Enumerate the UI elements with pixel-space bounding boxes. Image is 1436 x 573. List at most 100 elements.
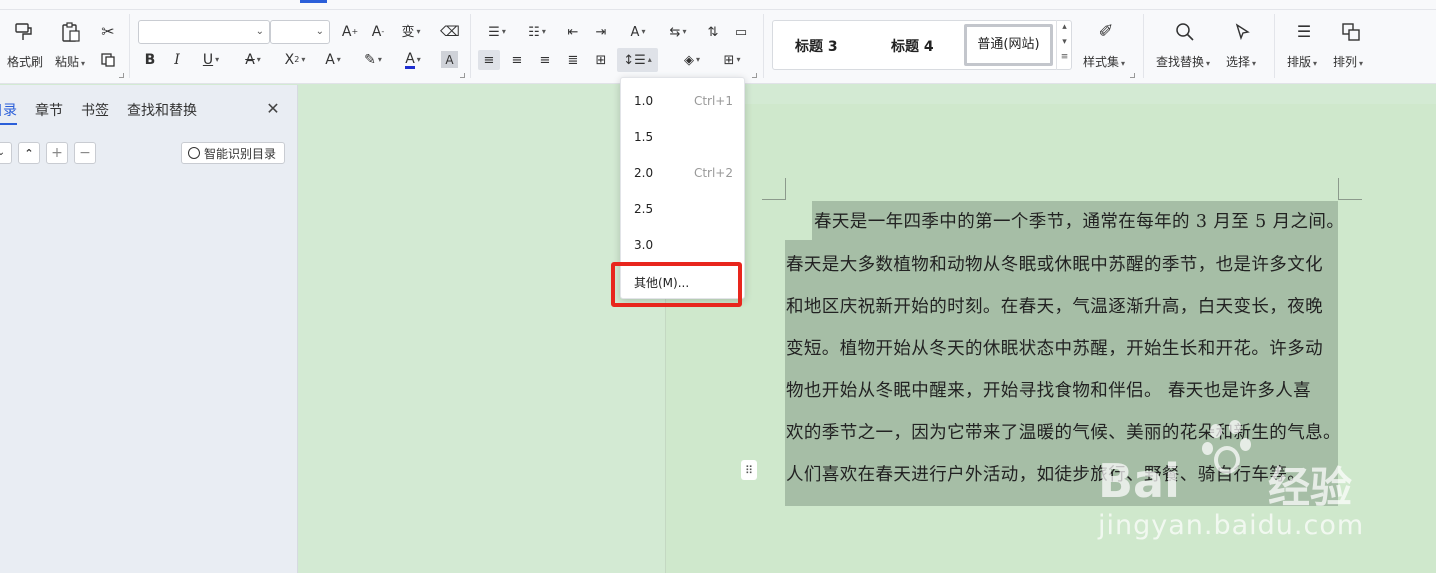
paw-logo <box>1202 418 1252 478</box>
collapse-down-icon[interactable]: ⌄ <box>0 142 12 164</box>
style-set-label: 样式集 <box>1083 55 1120 69</box>
styles-scroll-buttons[interactable]: ▴ ▾ ≡ <box>1056 20 1072 70</box>
find-replace-icon[interactable] <box>1173 20 1197 44</box>
phonetic-guide-icon[interactable]: 变 ▾ <box>396 22 426 42</box>
paragraph-line[interactable]: 春天是一年四季中的第一个季节，通常在每年的 3 月至 5 月之间。 <box>814 208 1344 233</box>
text-direction-icon[interactable]: ⇆ ▾ <box>663 22 693 42</box>
select-button[interactable]: 选择 ▾ <box>1226 53 1256 70</box>
font-color-icon[interactable]: A ▾ <box>398 50 428 70</box>
navigation-pane: 目录 章节 书签 查找和替换 ✕ ⌄ ⌃ + − 智能识别目录 <box>0 85 298 573</box>
underline-icon[interactable]: U ▾ <box>196 50 226 70</box>
plus-icon[interactable]: + <box>46 142 68 164</box>
show-marks-icon[interactable]: ▭ <box>731 22 751 42</box>
line-spacing-option-1-0[interactable]: 1.0 Ctrl+1 <box>621 83 746 119</box>
paragraph-group-expand-icon[interactable] <box>752 73 757 78</box>
first-line-indent-gap <box>785 201 812 240</box>
bold-icon[interactable]: B <box>140 50 160 70</box>
paragraph-line[interactable]: 物也开始从冬眠中醒来，开始寻找食物和伴侣。 春天也是许多人喜 <box>786 377 1311 402</box>
chevron-down-icon: ▾ <box>1359 59 1364 68</box>
find-replace-label: 查找替换 <box>1156 55 1205 69</box>
clipboard-group-expand-icon[interactable] <box>119 73 124 78</box>
separator <box>470 14 471 78</box>
format-painter-icon[interactable] <box>12 20 36 44</box>
smart-toc-button[interactable]: 智能识别目录 <box>181 142 285 164</box>
copy-icon[interactable] <box>98 50 118 70</box>
close-icon[interactable]: ✕ <box>264 100 282 118</box>
smart-toc-icon <box>188 147 200 159</box>
font-group-expand-icon[interactable] <box>460 73 465 78</box>
option-value: 1.5 <box>634 130 654 144</box>
chevron-down-icon: ⌄ <box>255 26 264 37</box>
paragraph-shading-icon[interactable]: ◈ ▾ <box>676 50 708 70</box>
separator <box>1143 14 1144 78</box>
line-spacing-option-2-5[interactable]: 2.5 <box>621 191 746 227</box>
styles-group-expand-icon[interactable] <box>1130 73 1135 78</box>
minus-icon[interactable]: − <box>74 142 96 164</box>
typeset-button[interactable]: 排版 ▾ <box>1287 53 1317 70</box>
tab-toc[interactable]: 目录 <box>0 100 17 125</box>
style-set-button[interactable]: 样式集 ▾ <box>1083 53 1125 70</box>
paragraph-line[interactable]: 和地区庆祝新开始的时刻。在春天，气温逐渐升高，白天变长，夜晚 <box>786 293 1323 318</box>
italic-icon[interactable]: I <box>167 50 187 70</box>
style-heading3[interactable]: 标题 3 <box>795 36 838 56</box>
option-shortcut: Ctrl+1 <box>693 94 733 108</box>
decrease-indent-icon[interactable]: ⇤ <box>563 22 583 42</box>
active-tab-indicator <box>300 0 327 3</box>
font-name-select[interactable]: ⌄ <box>138 20 270 44</box>
arrange-button[interactable]: 排列 ▾ <box>1333 53 1363 70</box>
style-heading4[interactable]: 标题 4 <box>891 36 934 56</box>
chevron-up-icon[interactable]: ⌃ <box>18 142 40 164</box>
chevron-down-icon: ▾ <box>1252 59 1257 68</box>
align-left-icon[interactable]: ≡ <box>478 50 500 70</box>
arrange-icon[interactable] <box>1339 20 1363 44</box>
paste-button[interactable]: 粘贴 ▾ <box>55 53 85 70</box>
baidu-watermark: Bai 经验 jingyan.baidu.com <box>1098 418 1368 548</box>
select-cursor-icon[interactable] <box>1231 20 1255 44</box>
shrink-font-icon[interactable]: A- <box>368 22 388 42</box>
sort-icon[interactable]: ⇅ <box>703 22 723 42</box>
strikethrough-icon[interactable]: A ▾ <box>238 50 268 70</box>
chinese-layout-icon[interactable]: A ▾ <box>622 22 654 42</box>
line-spacing-option-3-0[interactable]: 3.0 <box>621 227 746 263</box>
line-spacing-option-2-0[interactable]: 2.0 Ctrl+2 <box>621 155 746 191</box>
watermark-brand-cn: 经验 <box>1268 463 1353 512</box>
paw-toe <box>1210 424 1222 438</box>
align-right-icon[interactable]: ≡ <box>535 50 555 70</box>
line-spacing-icon[interactable]: ↕☰ ▴ <box>617 48 658 72</box>
justify-icon[interactable]: ≣ <box>563 50 583 70</box>
char-shading-icon[interactable]: A <box>441 51 458 68</box>
paragraph-line[interactable]: 变短。植物开始从冬天的休眠状态中苏醒，开始生长和开花。许多动 <box>786 335 1323 360</box>
font-size-select[interactable]: ⌄ <box>270 20 330 44</box>
separator <box>129 14 130 78</box>
line-spacing-option-1-5[interactable]: 1.5 <box>621 119 746 155</box>
option-value: 2.0 <box>634 166 654 180</box>
option-value: 3.0 <box>634 238 654 252</box>
paw-toe <box>1240 438 1251 451</box>
watermark-url: jingyan.baidu.com <box>1098 510 1365 541</box>
tab-find-replace[interactable]: 查找和替换 <box>127 100 197 120</box>
distributed-align-icon[interactable]: ⊞ <box>591 50 611 70</box>
clear-format-icon[interactable]: ⌫ <box>440 22 460 42</box>
align-center-icon[interactable]: ≡ <box>507 50 527 70</box>
style-set-icon[interactable]: ✐ <box>1094 20 1118 44</box>
text-effect-icon[interactable]: A ▾ <box>318 50 348 70</box>
highlight-icon[interactable]: ✎ ▾ <box>357 50 389 70</box>
typeset-icon[interactable]: ☰ <box>1292 20 1316 44</box>
find-replace-button[interactable]: 查找替换 ▾ <box>1156 53 1210 70</box>
border-icon[interactable]: ⊞ ▾ <box>716 50 748 70</box>
paragraph-line[interactable]: 春天是大多数植物和动物从冬眠或休眠中苏醒的季节，也是许多文化 <box>786 251 1323 276</box>
format-painter-label[interactable]: 格式刷 <box>7 53 43 70</box>
increase-indent-icon[interactable]: ⇥ <box>591 22 611 42</box>
chevron-down-icon: ▾ <box>81 59 86 68</box>
numbered-list-icon[interactable]: ☷ ▾ <box>522 22 552 42</box>
style-normal-web[interactable]: 普通(网站) <box>964 24 1053 66</box>
grow-font-icon[interactable]: A + <box>340 22 360 42</box>
tab-chapter[interactable]: 章节 <box>35 100 63 120</box>
drag-handle-icon[interactable]: ⠿ <box>741 460 757 480</box>
superscript-icon[interactable]: X 2 ▾ <box>278 50 312 70</box>
bullet-list-icon[interactable]: ☰ ▾ <box>482 22 512 42</box>
cut-icon[interactable]: ✂ <box>98 22 118 42</box>
tab-bookmark[interactable]: 书签 <box>81 100 109 120</box>
option-value: 2.5 <box>634 202 654 216</box>
paste-icon[interactable] <box>58 20 82 44</box>
